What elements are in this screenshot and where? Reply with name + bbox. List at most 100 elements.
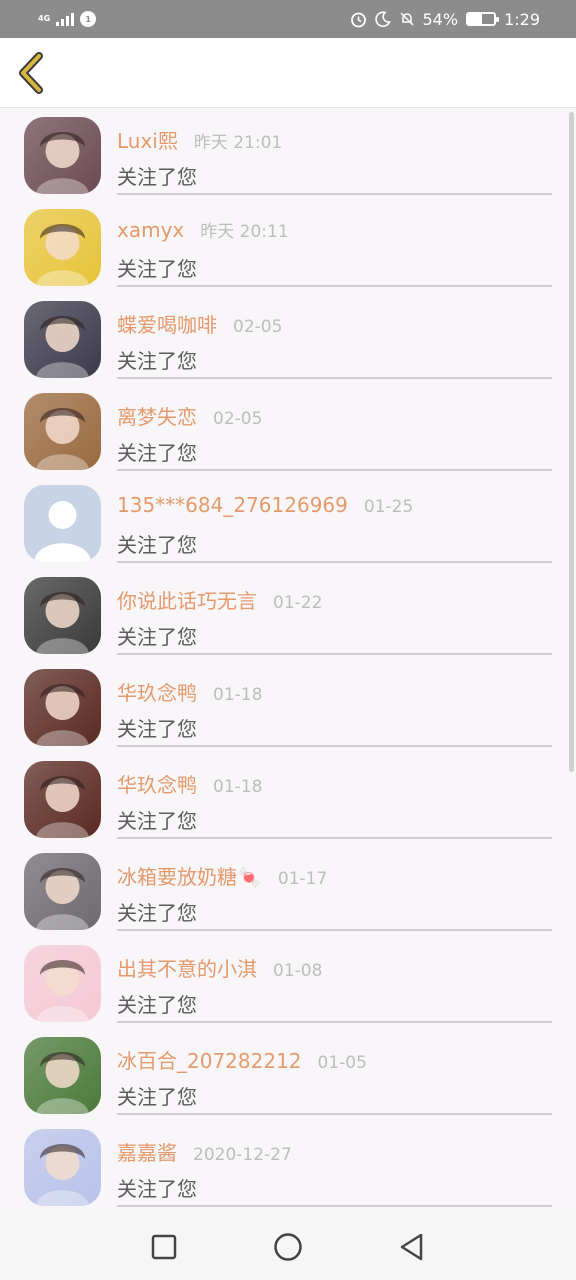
timestamp: 01-18 (213, 777, 263, 797)
timestamp: 01-08 (273, 961, 323, 981)
divider (117, 1113, 552, 1115)
divider (117, 193, 552, 195)
action-text: 关注了您 (117, 717, 197, 741)
divider (117, 1021, 552, 1023)
action-text: 关注了您 (117, 993, 197, 1017)
action-text: 关注了您 (117, 809, 197, 833)
user-name[interactable]: 出其不意的小淇 (117, 953, 257, 982)
timestamp: 昨天 20:11 (200, 222, 289, 242)
divider (117, 469, 552, 471)
action-text: 关注了您 (117, 349, 197, 373)
avatar[interactable] (24, 669, 101, 746)
status-right: 54% 1:29 (350, 9, 540, 29)
name-line: xamyx 昨天 20:11 (117, 217, 289, 242)
name-line: Luxi熙 昨天 21:01 (117, 125, 282, 154)
name-line: 出其不意的小淇 01-08 (117, 953, 322, 982)
avatar[interactable] (24, 853, 101, 930)
avatar[interactable] (24, 945, 101, 1022)
user-name[interactable]: 冰百合_207282212 (117, 1045, 302, 1074)
avatar[interactable] (24, 393, 101, 470)
system-nav-bar (0, 1213, 576, 1280)
avatar[interactable] (24, 761, 101, 838)
list-item[interactable]: 你说此话巧无言 01-22 关注了您 (0, 569, 576, 661)
network-type: 4G (38, 14, 51, 23)
notification-badge: 1 (80, 11, 97, 27)
action-text: 关注了您 (117, 901, 197, 925)
clock: 1:29 (504, 9, 540, 29)
action-text: 关注了您 (117, 1085, 197, 1109)
divider (117, 653, 552, 655)
divider (117, 377, 552, 379)
list-item[interactable]: 冰百合_207282212 01-05 关注了您 (0, 1029, 576, 1121)
follower-list[interactable]: Luxi熙 昨天 21:01 关注了您 xamyx 昨天 20:11 关注了您 蝶爱喝咖啡 0… (0, 109, 576, 1213)
list-item[interactable]: Luxi熙 昨天 21:01 关注了您 (0, 109, 576, 201)
avatar[interactable] (24, 301, 101, 378)
list-item[interactable]: 华玖念鸭 01-18 关注了您 (0, 661, 576, 753)
square-icon (151, 1234, 177, 1259)
divider (117, 561, 552, 563)
name-line: 冰百合_207282212 01-05 (117, 1045, 367, 1074)
list-item[interactable]: 出其不意的小淇 01-08 关注了您 (0, 937, 576, 1029)
status-bar: 4G 1 54% 1:29 (0, 0, 576, 38)
scrollbar[interactable] (569, 112, 574, 772)
list-item[interactable]: 蝶爱喝咖啡 02-05 关注了您 (0, 293, 576, 385)
timestamp: 02-05 (233, 317, 283, 337)
list-item[interactable]: 离梦失恋 02-05 关注了您 (0, 385, 576, 477)
timestamp: 01-22 (273, 593, 323, 613)
signal-icon (56, 12, 75, 26)
name-line: 离梦失恋 02-05 (117, 401, 262, 430)
divider (117, 929, 552, 931)
user-name[interactable]: 华玖念鸭 (117, 769, 197, 798)
list-item[interactable]: xamyx 昨天 20:11 关注了您 (0, 201, 576, 293)
name-line: 华玖念鸭 01-18 (117, 769, 262, 798)
user-name[interactable]: 嘉嘉酱 (117, 1137, 177, 1166)
list-item[interactable]: 嘉嘉酱 2020-12-27 关注了您 (0, 1121, 576, 1213)
back-nav-button[interactable] (395, 1230, 429, 1264)
header (0, 38, 576, 108)
chevron-left-icon (19, 52, 43, 94)
list-item[interactable]: 135***684_276126969 01-25 关注了您 (0, 477, 576, 569)
timestamp: 01-05 (317, 1053, 367, 1073)
battery-icon (466, 12, 500, 26)
name-line: 华玖念鸭 01-18 (117, 677, 262, 706)
avatar[interactable] (24, 485, 101, 562)
mute-bell-icon (399, 12, 414, 26)
timestamp: 昨天 21:01 (193, 133, 283, 153)
action-text: 关注了您 (117, 441, 197, 465)
user-name[interactable]: 蝶爱喝咖啡 (117, 309, 217, 338)
avatar[interactable] (24, 1037, 101, 1114)
action-text: 关注了您 (117, 1177, 197, 1201)
action-text: 关注了您 (117, 533, 197, 557)
action-text: 关注了您 (117, 165, 197, 189)
alarm-icon (350, 12, 366, 27)
divider (117, 745, 552, 747)
circle-home-icon (274, 1232, 302, 1261)
user-name[interactable]: xamyx (117, 218, 184, 242)
timestamp: 2020-12-27 (193, 1145, 292, 1165)
action-text: 关注了您 (117, 257, 197, 281)
name-line: 蝶爱喝咖啡 02-05 (117, 309, 282, 338)
avatar[interactable] (24, 117, 101, 194)
recent-apps-button[interactable] (147, 1230, 181, 1264)
name-line: 冰箱要放奶糖🍬 01-17 (117, 861, 327, 890)
action-text: 关注了您 (117, 625, 197, 649)
moon-icon (374, 11, 391, 27)
user-name[interactable]: 华玖念鸭 (117, 677, 197, 706)
home-button[interactable] (271, 1230, 305, 1264)
avatar[interactable] (24, 1129, 101, 1206)
timestamp: 01-17 (277, 869, 328, 889)
user-name[interactable]: Luxi熙 (117, 125, 178, 154)
list-item[interactable]: 华玖念鸭 01-18 关注了您 (0, 753, 576, 845)
name-line: 135***684_276126969 01-25 (117, 493, 413, 517)
list-item[interactable]: 冰箱要放奶糖🍬 01-17 关注了您 (0, 845, 576, 937)
name-line: 你说此话巧无言 01-22 (117, 585, 322, 614)
user-name[interactable]: 你说此话巧无言 (117, 585, 257, 614)
user-name[interactable]: 135***684_276126969 (117, 493, 348, 517)
back-button[interactable] (12, 50, 52, 96)
user-name[interactable]: 冰箱要放奶糖🍬 (117, 861, 262, 890)
battery-percent: 54% (422, 9, 459, 29)
avatar[interactable] (24, 577, 101, 654)
avatar[interactable] (24, 209, 101, 286)
battery-fill (468, 14, 483, 24)
user-name[interactable]: 离梦失恋 (117, 401, 197, 430)
